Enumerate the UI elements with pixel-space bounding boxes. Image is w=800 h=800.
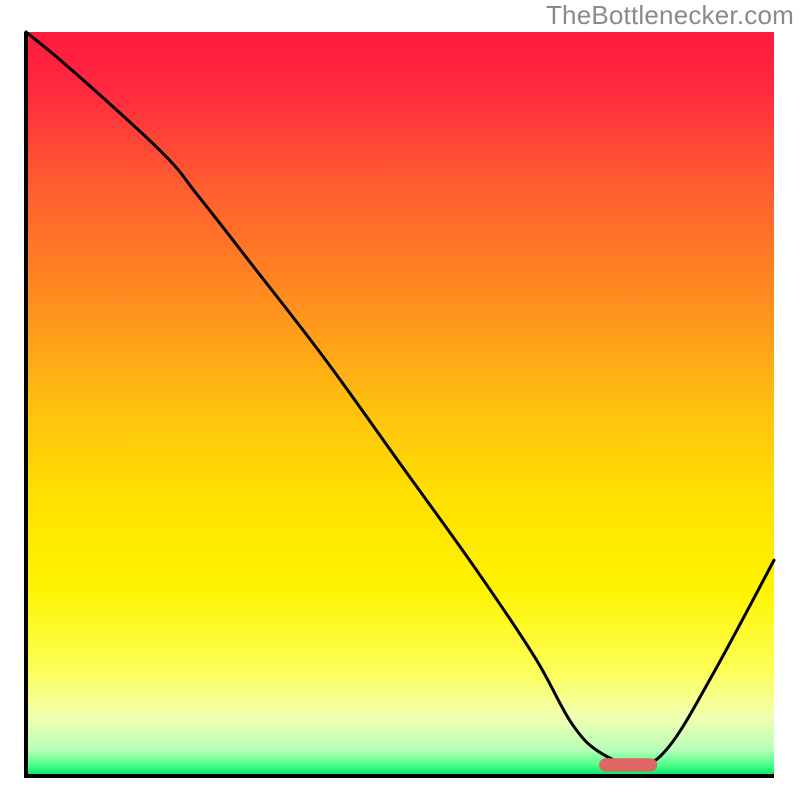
watermark-text: TheBottlenecker.com (546, 0, 794, 31)
chart-frame: TheBottlenecker.com (0, 0, 800, 800)
bottleneck-chart (0, 0, 800, 800)
gradient-background (26, 32, 774, 776)
